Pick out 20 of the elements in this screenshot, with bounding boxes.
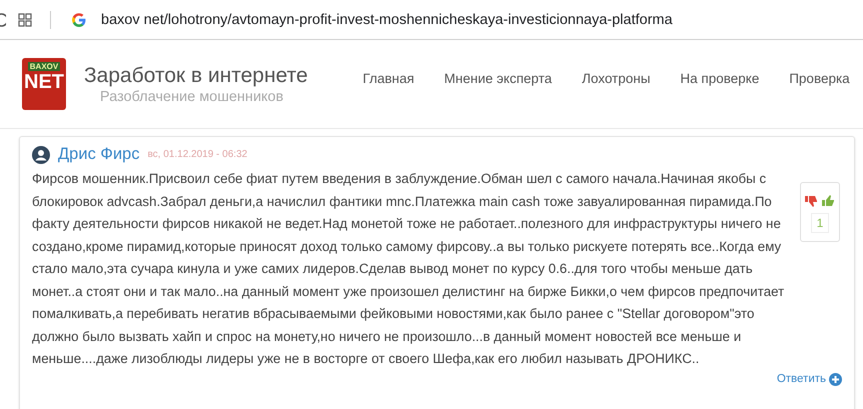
nav-link[interactable]: Лохотроны	[582, 70, 650, 86]
nav-link[interactable]: Главная	[362, 70, 414, 86]
thumbs-down-icon[interactable]	[805, 195, 818, 207]
site-subtitle: Разоблачение мошенников	[100, 88, 284, 104]
site-logo[interactable]: BAXOV NET	[22, 58, 66, 110]
reply-link[interactable]: Ответить	[776, 372, 842, 386]
address-bar[interactable]: baxov net/lohotrony/avtomayn-profit-invest-moshennicheskaya-investicionnaya-platforma	[101, 12, 672, 28]
nav-link[interactable]: На проверке	[680, 70, 760, 86]
vote-count: 1	[810, 213, 830, 233]
apps-icon[interactable]	[18, 12, 32, 26]
nav-link[interactable]: Проверка	[789, 70, 850, 86]
author-name[interactable]: Дрис Фирс	[58, 145, 140, 164]
site-title[interactable]: Заработок в интернете	[84, 64, 308, 88]
comment-date: вс, 01.12.2019 - 06:32	[148, 149, 248, 160]
google-icon	[71, 12, 87, 28]
nav-link[interactable]: Мнение эксперта	[444, 70, 552, 86]
thumbs-up-icon[interactable]	[822, 195, 835, 207]
plus-icon	[829, 372, 842, 386]
user-icon	[32, 146, 50, 164]
comment-text: Фирсов мошенник.Присвоил себе фиат путем введения в заблуждение.Обман шел с самого начала.Начиная якобы с блокировок advcash.Забрал деньги,а начислил фантики mnc.Платежка main cash тоже завуалированная пирамида.По факту деятельности фирсов никакой не ведет.Над монетой тоже не работает..полезного для инфраструктуры ничего не создано,кроме пирамид,которые приносят доход только самому фирсову..а вы только рискуете потерять все..Когда ему стало мало,эта сучара кинула и уже самих лидеров.Сделав вывод монет по курсу 0.6..для того чтобы меньше дать монет..а стоят они и так мало..на данный момент уже произошел делистинг на бирже Бикки,о чем фирсов предпочитает помалкивать,а перебивать негатив вбрасываемыми фейковыми новостями,как было ранее с "Stellar договором"это должно было вызвать хайп и спрос на монету,но ничего не произошло...в данный момент новостей все меньше и меньше....даже лизоблюды лидеры уже не в восторге от своего Шефа,как его любил называть ДРОНИКС..	[32, 170, 786, 368]
